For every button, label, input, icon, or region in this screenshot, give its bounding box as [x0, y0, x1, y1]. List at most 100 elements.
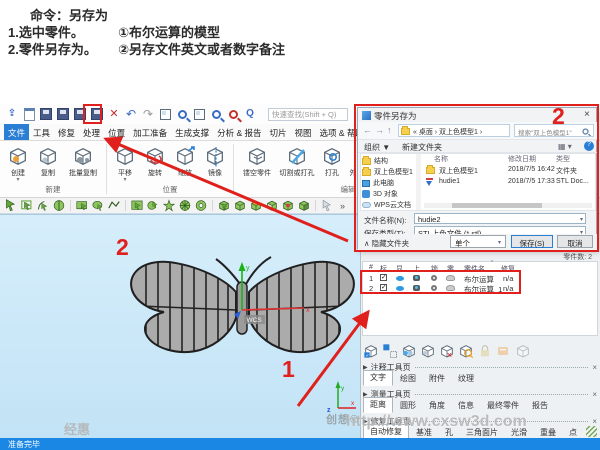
save-button[interactable]: 保存(S)	[511, 235, 553, 248]
annotation-page-header[interactable]: ▶ 注释工具页 ×	[363, 362, 597, 372]
tab-slice[interactable]: 切片	[266, 124, 291, 140]
lock-icon[interactable]	[431, 285, 437, 291]
tab-text[interactable]: 文字	[363, 370, 393, 386]
column-name[interactable]: 名称	[434, 154, 448, 164]
duplicate-parts-icon[interactable]	[420, 343, 436, 359]
resize-grip[interactable]	[586, 426, 597, 437]
tab-analyze-report[interactable]: 分析 & 报告	[213, 124, 265, 140]
punch-button[interactable]: 打孔	[317, 143, 347, 183]
save-icon[interactable]	[40, 108, 52, 120]
rotate-button[interactable]: 旋转	[140, 143, 170, 183]
tab-circle[interactable]: 圆形	[394, 399, 422, 413]
measure-page-header[interactable]: ▶ 测量工具页 ×	[363, 389, 597, 399]
select-arrow-icon[interactable]	[4, 199, 18, 212]
delete-part-icon[interactable]: ✕	[439, 343, 455, 359]
breadcrumb[interactable]: « 桌面 › 双上色模型1 ›	[398, 124, 510, 137]
rescale-button[interactable]: 缩放	[170, 143, 200, 183]
view-columns-icon[interactable]: ▦ ▾	[558, 142, 572, 151]
tab-final-part[interactable]: 最终零件	[481, 399, 525, 413]
help-icon[interactable]: ?	[584, 141, 594, 151]
view-iso-icon[interactable]	[217, 199, 231, 212]
select-wheel-icon[interactable]	[178, 199, 192, 212]
create-part-button[interactable]: 创建 ▾	[3, 143, 33, 183]
fit-view-icon[interactable]	[194, 109, 205, 120]
select-brush-icon[interactable]	[146, 199, 160, 212]
tab-draw[interactable]: 绘图	[394, 372, 422, 386]
tree-scrollbar[interactable]	[416, 154, 421, 210]
tab-report[interactable]: 报告	[526, 399, 554, 413]
translate-button[interactable]: 平移 ▾	[110, 143, 140, 183]
forward-button[interactable]: →	[375, 125, 384, 135]
merge-parts-icon[interactable]	[401, 343, 417, 359]
zoom-selection-icon[interactable]	[160, 109, 171, 120]
cancel-button[interactable]: 取消	[557, 235, 593, 248]
chevron-down-icon[interactable]: ▾	[580, 216, 583, 223]
tab-file[interactable]: 文件	[4, 124, 29, 140]
view-left-icon[interactable]	[281, 199, 295, 212]
toggle-parts-icon[interactable]	[382, 343, 398, 359]
tree-item-wps-cloud[interactable]: WPS云文档	[362, 200, 411, 210]
close-icon[interactable]: ×	[592, 390, 597, 399]
part-row-2[interactable]: 2 ✓ 布尔运算_1 n/a	[363, 283, 597, 293]
color-icon[interactable]	[413, 275, 420, 281]
tab-build-prep[interactable]: 加工准备	[129, 124, 171, 140]
organize-menu[interactable]: 组织 ▼	[364, 142, 390, 153]
tab-texture[interactable]: 纹理	[452, 372, 480, 386]
mark-checkbox[interactable]: ✓	[380, 284, 387, 291]
lock-icon[interactable]	[431, 275, 437, 281]
filename-input[interactable]: hudie2	[414, 213, 586, 224]
import-icon[interactable]: ⇪	[5, 107, 19, 121]
duplicate-part-button[interactable]: 复制	[33, 143, 63, 183]
tab-support-gen[interactable]: 生成支撑	[171, 124, 213, 140]
select-part-icon[interactable]	[20, 199, 34, 212]
column-type[interactable]: 类型	[556, 154, 570, 164]
select-all-parts-icon[interactable]: ✓	[363, 343, 379, 359]
zoom-in-icon[interactable]	[212, 110, 221, 119]
mirror-button[interactable]: 镜像	[200, 143, 230, 183]
select-ring-icon[interactable]	[194, 199, 208, 212]
select-window-icon[interactable]	[130, 199, 144, 212]
visible-eye-icon[interactable]	[396, 276, 404, 281]
tab-process[interactable]: 处理	[79, 124, 104, 140]
quick-search-icon[interactable]: Q	[243, 107, 257, 121]
select-rect-icon[interactable]	[75, 199, 89, 212]
hide-folders-toggle[interactable]: ∧ 隐藏文件夹	[364, 238, 409, 249]
column-date[interactable]: 修改日期	[508, 154, 536, 164]
tab-distance[interactable]: 距离	[363, 397, 393, 413]
new-document-icon[interactable]	[24, 108, 35, 121]
redo-icon[interactable]: ↷	[141, 107, 155, 121]
tab-tools[interactable]: 工具	[29, 124, 54, 140]
save-as-icon[interactable]	[74, 108, 86, 120]
select-points-icon[interactable]	[162, 199, 176, 212]
col-num[interactable]: #	[369, 264, 373, 271]
color-icon[interactable]	[413, 285, 420, 291]
zoom-window-icon[interactable]	[178, 110, 187, 119]
part-row-1[interactable]: 1 ✓ 布尔运算 n/a	[363, 273, 597, 283]
up-button[interactable]: ↑	[387, 125, 392, 135]
view-back-icon[interactable]	[265, 199, 279, 212]
select-lasso-icon[interactable]	[91, 199, 105, 212]
file-list-scrollbar[interactable]	[424, 203, 592, 208]
zoom-to-part-icon[interactable]	[458, 343, 474, 359]
close-icon[interactable]: ×	[592, 363, 597, 372]
mark-checkbox[interactable]: ✓	[380, 274, 387, 281]
delete-icon[interactable]: ✕	[107, 107, 121, 121]
tab-attachment[interactable]: 附件	[423, 372, 451, 386]
undo-icon[interactable]: ↶	[124, 107, 138, 121]
close-icon[interactable]: ×	[592, 417, 597, 426]
mark-view-icon[interactable]	[229, 110, 238, 119]
tab-view[interactable]: 视图	[291, 124, 316, 140]
view-right-icon[interactable]	[297, 199, 311, 212]
cut-or-punch-button[interactable]: 切割或打孔	[277, 143, 317, 183]
select-through-icon[interactable]	[36, 199, 50, 212]
hollow-part-button[interactable]: 镂空零件	[237, 143, 277, 183]
new-folder-button[interactable]: 新建文件夹	[402, 142, 442, 153]
parts-table[interactable]: # 标.. 显.. 上... 锁.. 零.. 零件名 ˆ 修复... 1 ✓ 布…	[362, 261, 598, 336]
measure-arrow-icon[interactable]	[320, 199, 334, 212]
save-part-as-icon[interactable]	[91, 108, 103, 120]
tree-item-model-folder[interactable]: 双上色模型1	[362, 167, 413, 177]
quick-search-input[interactable]: 快速查找(Shift + Q)	[268, 108, 348, 121]
tab-fix[interactable]: 修复	[54, 124, 79, 140]
view-top-icon[interactable]	[249, 199, 263, 212]
back-button[interactable]: ←	[363, 125, 372, 135]
